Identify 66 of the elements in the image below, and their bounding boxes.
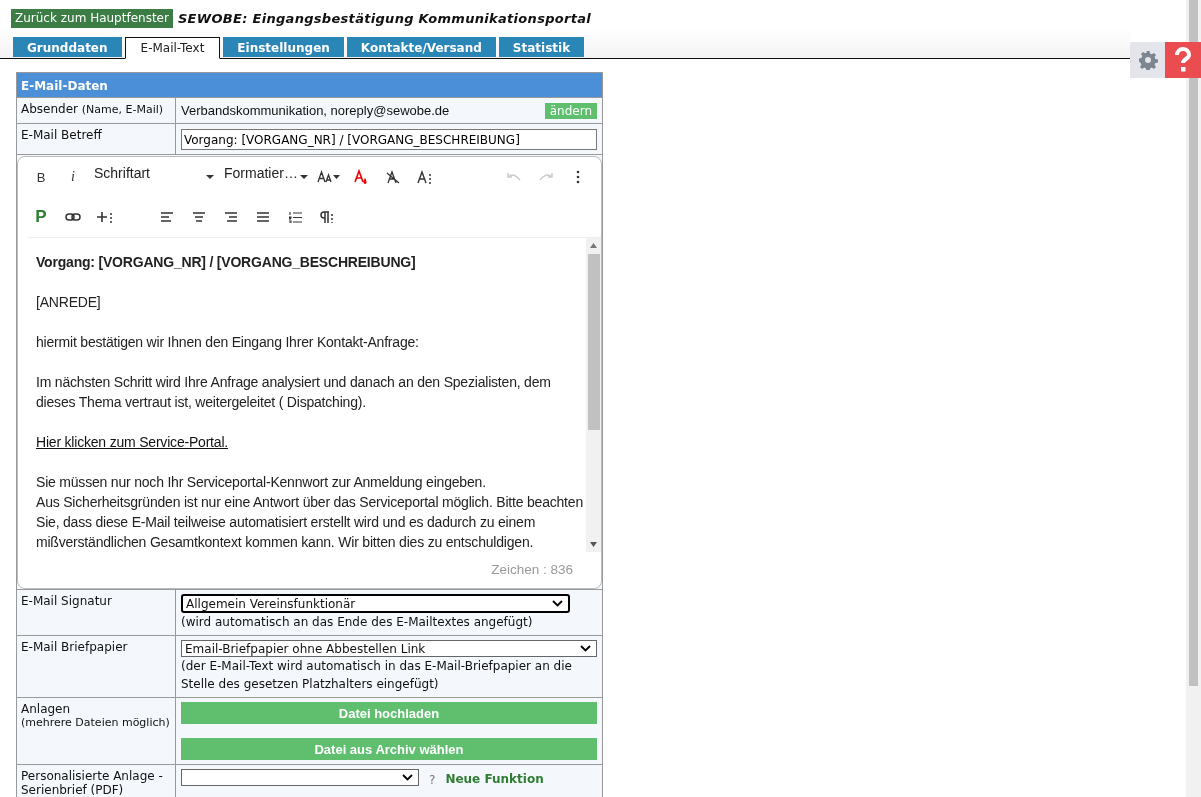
email-paragraph: hiermit bestätigen wir Ihnen den Eingang Ihrer Kontakt-Anfrage: bbox=[36, 333, 420, 352]
stationery-dropdown[interactable]: Email-Briefpapier ohne Abbestellen Link bbox=[181, 640, 597, 657]
chevron-icon bbox=[552, 600, 563, 607]
scroll-down-icon bbox=[590, 542, 597, 547]
email-paragraph: Im nächsten Schritt wird Ihre Anfrage analysiert und danach an den Spezialisten, dem dieses Thema vertraut ist, weitergeleitet ( Dispatching). bbox=[36, 373, 552, 412]
signature-dropdown[interactable]: Allgemein Vereinsfunktionär bbox=[181, 594, 570, 613]
clear-format-icon bbox=[386, 170, 400, 184]
field-label: Anlagen bbox=[21, 702, 71, 716]
font-size-icon bbox=[317, 170, 341, 184]
field-label: Absender (Name, E-Mail) bbox=[21, 102, 164, 116]
caret-icon bbox=[206, 175, 214, 179]
scroll-up-icon bbox=[590, 243, 597, 248]
sender-value: Verbandskommunikation, noreply@sewobe.de bbox=[181, 103, 450, 118]
tab[interactable]: Grunddaten bbox=[13, 37, 122, 57]
settings-button[interactable] bbox=[1130, 42, 1165, 78]
insert-icon bbox=[97, 211, 113, 223]
attachment-dropdown[interactable] bbox=[181, 769, 419, 786]
placeholder-button[interactable]: P bbox=[28, 203, 54, 231]
chevron-icon bbox=[580, 645, 591, 652]
numbered-list-icon bbox=[288, 211, 302, 223]
field-label: E-Mail Briefpapier bbox=[21, 640, 128, 654]
font-dropdown[interactable]: Schriftart bbox=[92, 163, 216, 191]
field-hint: (wird automatisch an das Ende des E-Mailtextes angefügt) bbox=[181, 614, 534, 631]
help-button[interactable] bbox=[1165, 42, 1201, 78]
back-button[interactable]: Zurück zum Hauptfenster bbox=[11, 8, 173, 28]
service-portal-link[interactable]: Hier klicken zum Service-Portal. bbox=[36, 434, 228, 450]
scrollbar[interactable] bbox=[1186, 0, 1201, 797]
align-center-icon bbox=[193, 212, 205, 222]
email-paragraph: Sie müssen nur noch Ihr Serviceportal-Kennwort zur Anmeldung eingeben. Aus Sicherheitsgründen ist nur eine Antwort über das Serviceportal möglich. Bitte beachten Sie, dass diese E-Mail teilweise automatisiert erstellt wird und es dadurch zu einem mißverständlichen Gesamtkontext kommen kann. Wir bitten dies zu entschuldigen. bbox=[36, 473, 584, 552]
link-icon bbox=[65, 213, 81, 221]
help-mark[interactable]: ? bbox=[429, 773, 436, 787]
field-label: E-Mail Signatur bbox=[21, 594, 112, 608]
page-title: SEWOBE: Eingangsbestätigung Kommunikationsportal bbox=[177, 10, 592, 26]
editor-scrollbar-thumb[interactable] bbox=[587, 254, 600, 430]
bold-button[interactable]: B bbox=[28, 163, 54, 191]
editor-scrollbar[interactable] bbox=[586, 238, 601, 552]
email-heading: Vorgang: [VORGANG_NR] / [VORGANG_BESCHREIBUNG] bbox=[36, 253, 417, 272]
justify-icon bbox=[257, 212, 269, 222]
help-icon bbox=[1173, 47, 1193, 73]
section-header: E-Mail-Daten bbox=[17, 73, 602, 97]
field-label: E-Mail Betreff bbox=[21, 128, 102, 142]
field-hint: (der E-Mail-Text wird automatisch in das E-Mail-Briefpapier an die Stelle des gesetzen Platzhalters eingefügt) bbox=[181, 658, 573, 693]
align-right-icon bbox=[225, 212, 237, 222]
subject-field[interactable]: Vorgang: [VORGANG_NR] / [VORGANG_BESCHREIBUNG] bbox=[181, 129, 597, 150]
settings-icon bbox=[1137, 50, 1158, 70]
caret-icon bbox=[300, 175, 308, 179]
tab[interactable]: Kontakte/Versand bbox=[346, 37, 496, 57]
field-hint: (mehrere Dateien möglich) bbox=[21, 716, 170, 729]
italic-button[interactable]: i bbox=[60, 163, 86, 191]
email-paragraph: [ANREDE] bbox=[36, 293, 102, 312]
tab[interactable]: E-Mail-Text bbox=[124, 37, 221, 59]
align-left-icon bbox=[161, 212, 173, 222]
redo-icon bbox=[538, 172, 554, 182]
paragraph-icon bbox=[320, 211, 334, 223]
undo-icon bbox=[506, 172, 522, 182]
scrollbar-thumb[interactable] bbox=[1189, 0, 1198, 686]
tab[interactable]: Statistik bbox=[498, 37, 585, 57]
tab[interactable]: Einstellungen bbox=[223, 37, 344, 57]
chevron-icon bbox=[402, 774, 413, 781]
character-count: Zeichen : 836 bbox=[491, 562, 573, 577]
field-label: Personalisierte Anlage - Serienbrief (PDF) bbox=[21, 769, 163, 797]
new-feature-label: Neue Funktion bbox=[445, 772, 544, 786]
text-style-icon bbox=[417, 170, 433, 184]
format-dropdown[interactable]: Formatier… bbox=[222, 163, 310, 191]
more-icon bbox=[576, 170, 580, 184]
font-color-icon bbox=[354, 169, 368, 185]
